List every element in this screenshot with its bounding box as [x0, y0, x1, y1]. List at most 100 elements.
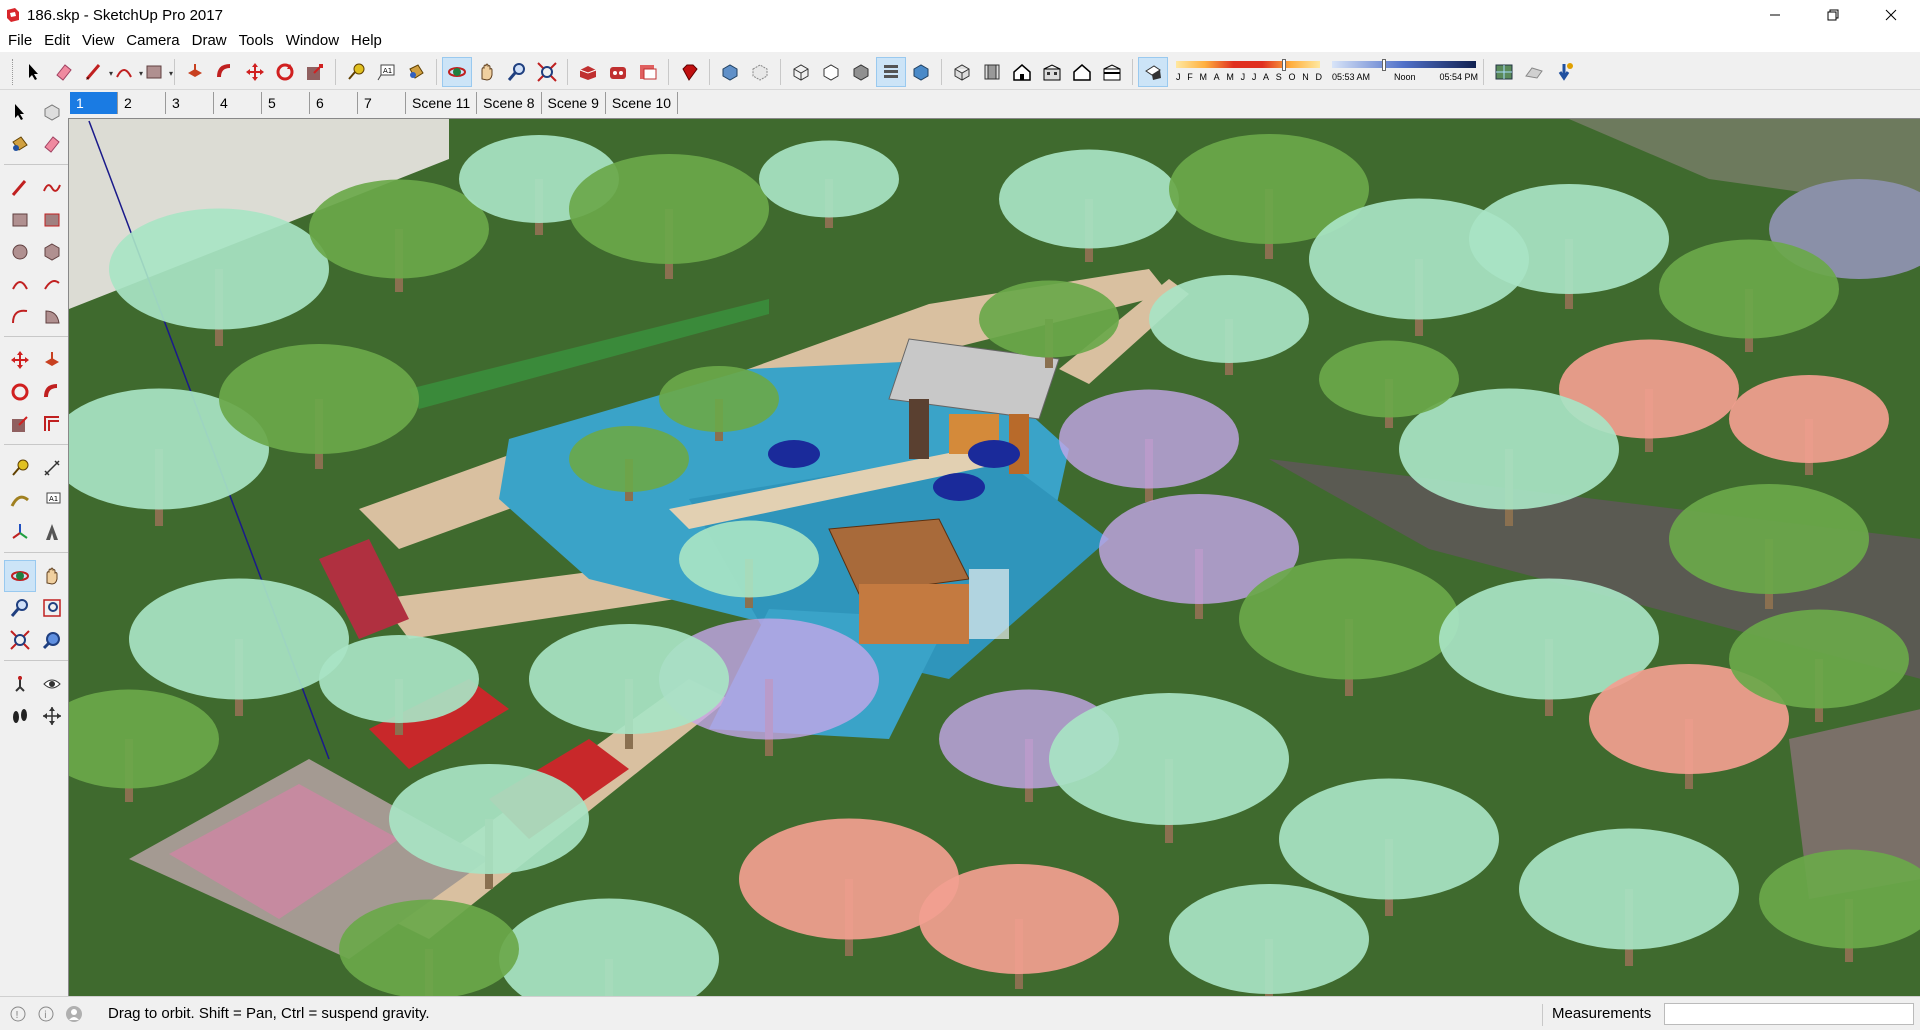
- lt-position-camera-button[interactable]: [4, 668, 36, 700]
- lt-rectangle-button[interactable]: [4, 204, 36, 236]
- tape-tool-button[interactable]: [341, 57, 371, 87]
- lt-3d-text-button[interactable]: [36, 516, 68, 548]
- orbit-tool-button[interactable]: [442, 56, 472, 87]
- right-view-button[interactable]: [1037, 57, 1067, 87]
- lt-arc-button[interactable]: [4, 268, 36, 300]
- lt-polygon-button[interactable]: [36, 236, 68, 268]
- geo-location-status[interactable]: !: [8, 1004, 28, 1024]
- lt-pan-button[interactable]: [36, 560, 68, 592]
- shaded-button[interactable]: [846, 57, 876, 87]
- xray-button[interactable]: [715, 57, 745, 87]
- menu-edit[interactable]: Edit: [38, 30, 76, 52]
- zoom-extents-tool-button[interactable]: [532, 57, 562, 87]
- lt-select-button[interactable]: [4, 96, 36, 128]
- close-button[interactable]: [1862, 0, 1920, 30]
- menu-view[interactable]: View: [76, 30, 120, 52]
- lt-zoom-window-button[interactable]: [36, 592, 68, 624]
- top-view-button[interactable]: [977, 57, 1007, 87]
- back-view-button[interactable]: [1067, 57, 1097, 87]
- lt-offset-button[interactable]: [36, 408, 68, 440]
- lt-zoom-extents-button[interactable]: [4, 624, 36, 656]
- time-slider-thumb[interactable]: [1382, 58, 1386, 71]
- measurements-input[interactable]: [1664, 1003, 1914, 1025]
- add-location-button[interactable]: [1489, 57, 1519, 87]
- lt-walk-button[interactable]: [4, 700, 36, 732]
- menu-file[interactable]: File: [2, 30, 38, 52]
- lt-section-plane-button[interactable]: [36, 700, 68, 732]
- lt-paint-bucket-button[interactable]: [4, 128, 36, 160]
- date-slider-thumb[interactable]: [1282, 58, 1286, 71]
- lt-scale-button[interactable]: [4, 408, 36, 440]
- iso-view-button[interactable]: [947, 57, 977, 87]
- lt-eraser-button[interactable]: [36, 128, 68, 160]
- ruby-console-button[interactable]: [674, 57, 704, 87]
- scale-tool-button[interactable]: [300, 57, 330, 87]
- move-tool-button[interactable]: [240, 57, 270, 87]
- lt-three-point-arc-button[interactable]: [4, 300, 36, 332]
- extension-warehouse-button[interactable]: [603, 57, 633, 87]
- hidden-line-button[interactable]: [816, 57, 846, 87]
- lt-line-button[interactable]: [4, 172, 36, 204]
- lt-make-component-button[interactable]: [36, 96, 68, 128]
- scene-tab-4[interactable]: 4: [214, 92, 262, 114]
- followme-tool-button[interactable]: [210, 57, 240, 87]
- arc-tool-button[interactable]: ▾: [109, 57, 143, 87]
- scene-tab-1[interactable]: 1: [70, 92, 118, 114]
- date-slider[interactable]: J F M A M J J A S O N D: [1174, 57, 1322, 87]
- menu-help[interactable]: Help: [345, 30, 388, 52]
- user-status[interactable]: [64, 1004, 84, 1024]
- minimize-button[interactable]: [1746, 0, 1804, 30]
- monochrome-button[interactable]: [906, 57, 936, 87]
- menu-camera[interactable]: Camera: [120, 30, 185, 52]
- scene-tab-scene-11[interactable]: Scene 11: [406, 92, 478, 114]
- scene-tab-scene-9[interactable]: Scene 9: [542, 92, 606, 114]
- lt-protractor-button[interactable]: [4, 484, 36, 516]
- lt-circle-button[interactable]: [4, 236, 36, 268]
- toggle-terrain-button[interactable]: [1519, 57, 1549, 87]
- wireframe-button[interactable]: [786, 57, 816, 87]
- 3d-warehouse-button[interactable]: [573, 57, 603, 87]
- paint-tool-button[interactable]: [401, 57, 431, 87]
- eraser-tool-button[interactable]: [49, 57, 79, 87]
- lt-look-around-button[interactable]: [36, 668, 68, 700]
- scene-tab-5[interactable]: 5: [262, 92, 310, 114]
- shadows-toggle-button[interactable]: [1138, 56, 1168, 87]
- photo-textures-button[interactable]: [1549, 57, 1579, 87]
- scene-tab-2[interactable]: 2: [118, 92, 166, 114]
- model-viewport[interactable]: [68, 118, 1920, 996]
- pushpull-tool-button[interactable]: [180, 57, 210, 87]
- scene-tab-6[interactable]: 6: [310, 92, 358, 114]
- pan-tool-button[interactable]: [472, 57, 502, 87]
- select-tool-button[interactable]: [19, 57, 49, 87]
- scene-tab-7[interactable]: 7: [358, 92, 406, 114]
- lt-pie-button[interactable]: [36, 300, 68, 332]
- lt-move-button[interactable]: [4, 344, 36, 376]
- scene-tab-3[interactable]: 3: [166, 92, 214, 114]
- toolbar-grip[interactable]: [12, 58, 15, 85]
- menu-draw[interactable]: Draw: [186, 30, 233, 52]
- lt-two-point-arc-button[interactable]: [36, 268, 68, 300]
- rectangle-tool-button[interactable]: ▾: [139, 57, 173, 87]
- left-view-button[interactable]: [1097, 57, 1127, 87]
- back-edges-button[interactable]: [745, 57, 775, 87]
- lt-pushpull-button[interactable]: [36, 344, 68, 376]
- menu-window[interactable]: Window: [280, 30, 345, 52]
- zoom-tool-button[interactable]: [502, 57, 532, 87]
- lt-previous-view-button[interactable]: [36, 624, 68, 656]
- text-tool-button[interactable]: A1: [371, 57, 401, 87]
- shaded-textures-button[interactable]: [876, 56, 906, 87]
- lt-axes-button[interactable]: [4, 516, 36, 548]
- scene-tab-scene-8[interactable]: Scene 8: [477, 92, 542, 114]
- credits-status[interactable]: i: [36, 1004, 56, 1024]
- lt-followme-button[interactable]: [36, 376, 68, 408]
- lt-rotated-rectangle-button[interactable]: [36, 204, 68, 236]
- lt-orbit-button[interactable]: [4, 560, 36, 592]
- landscape-model-render[interactable]: [69, 119, 1920, 996]
- lt-text-button[interactable]: A1: [36, 484, 68, 516]
- menu-tools[interactable]: Tools: [233, 30, 280, 52]
- lt-zoom-button[interactable]: [4, 592, 36, 624]
- line-tool-button[interactable]: ▾: [79, 57, 113, 87]
- lt-freehand-button[interactable]: [36, 172, 68, 204]
- lt-tape-button[interactable]: [4, 452, 36, 484]
- lt-dimension-button[interactable]: [36, 452, 68, 484]
